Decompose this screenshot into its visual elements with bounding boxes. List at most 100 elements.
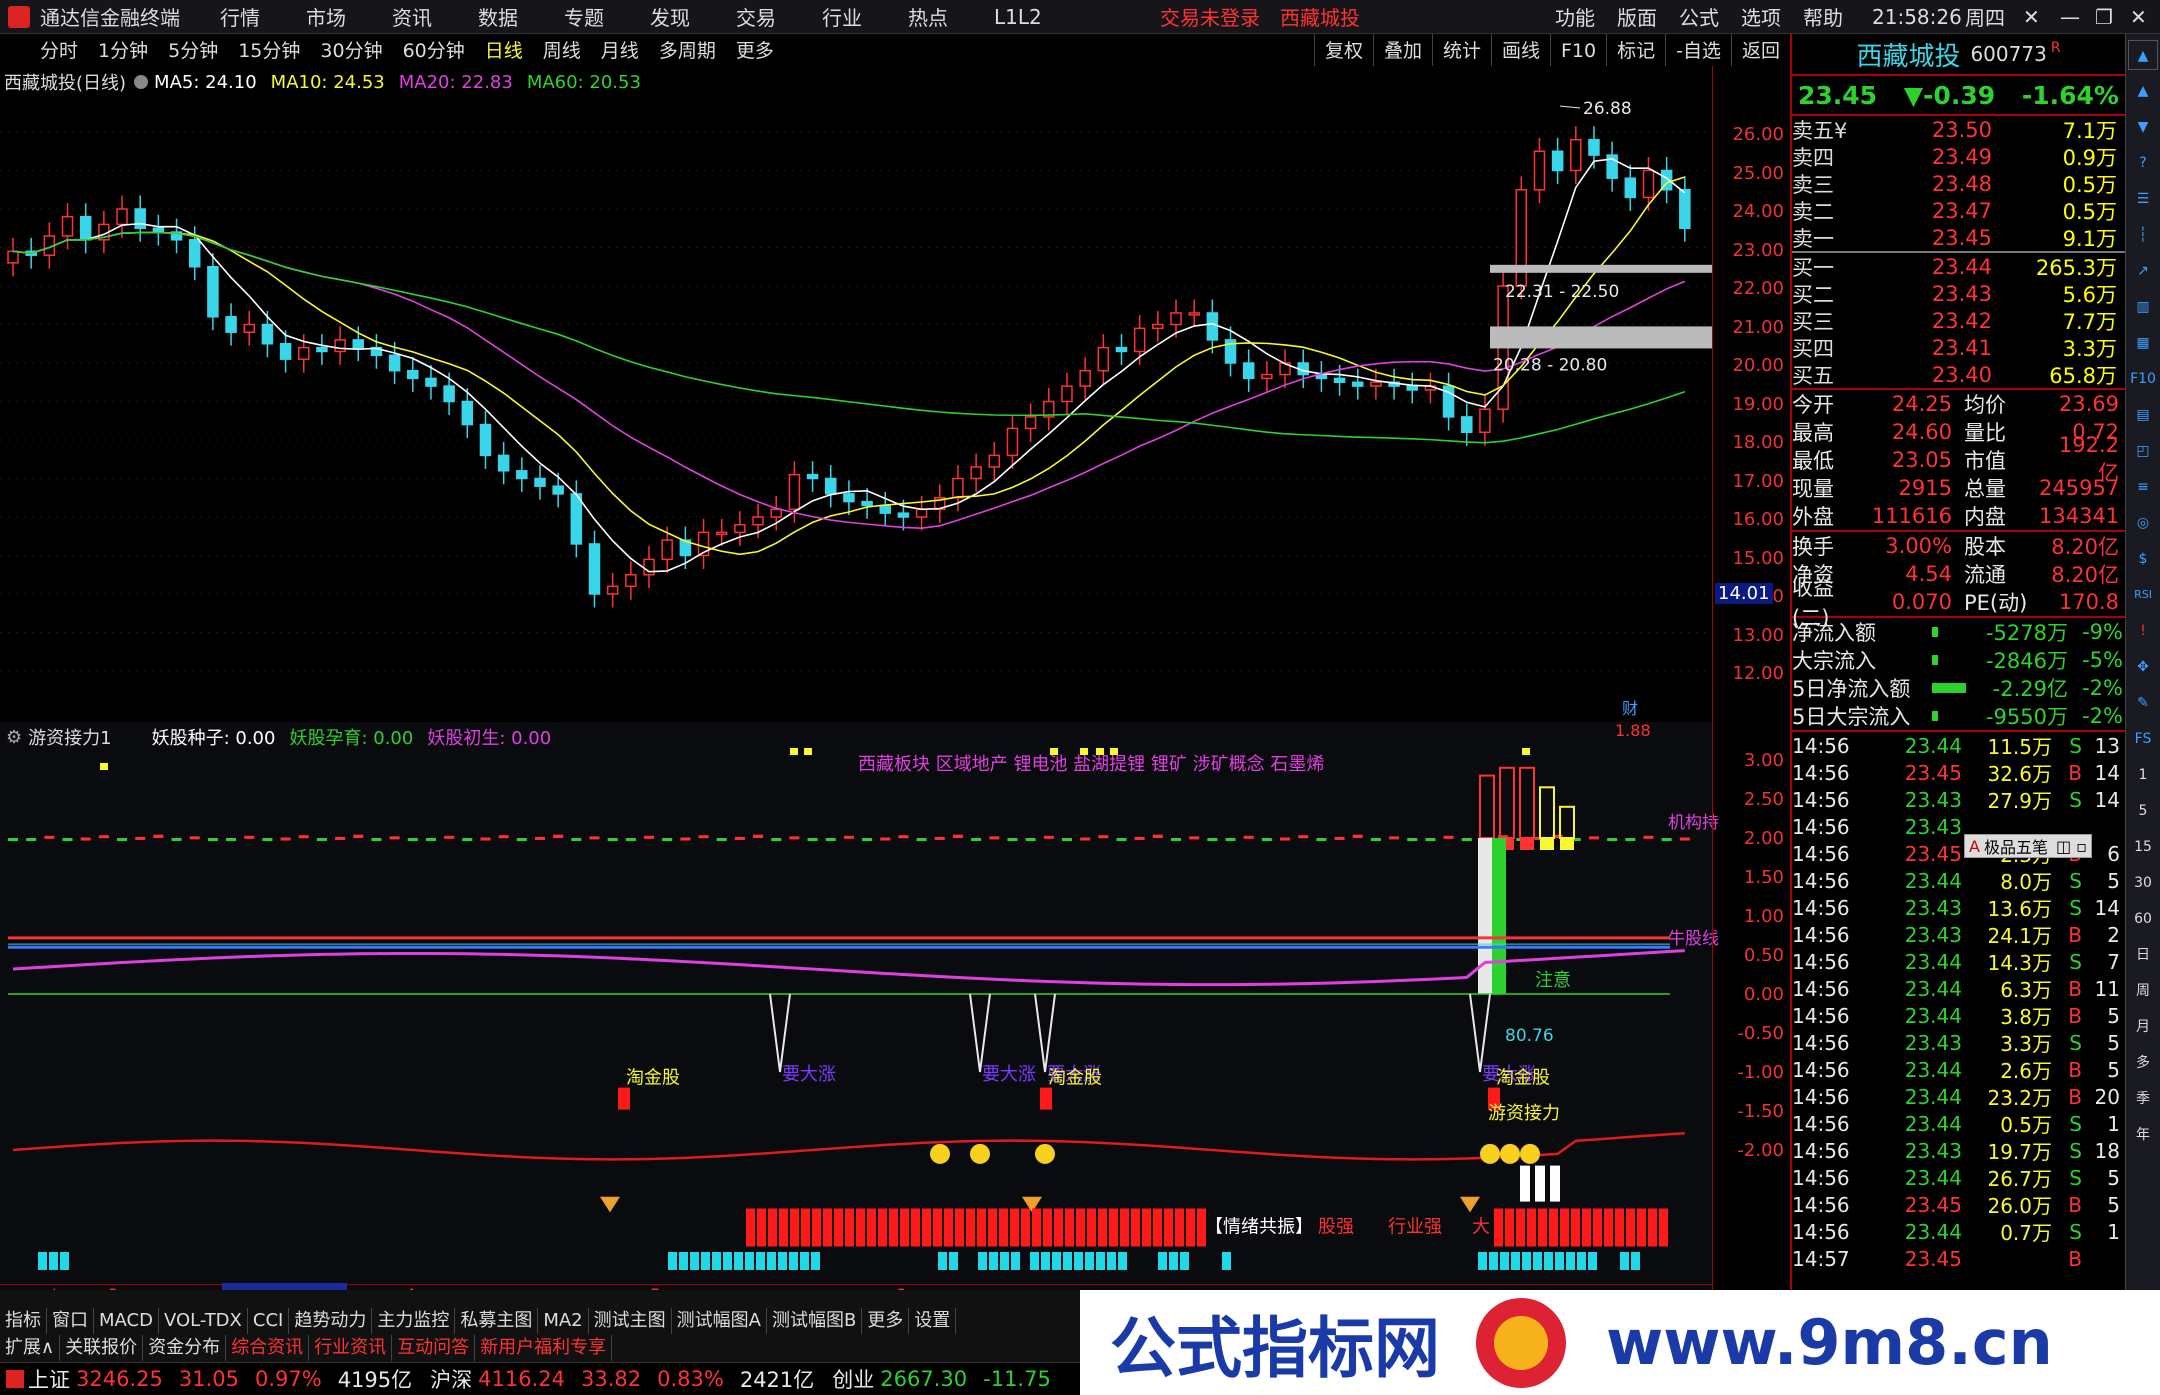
alert-icon[interactable]: ! bbox=[2128, 616, 2158, 646]
bottom-tab[interactable]: 更多 bbox=[862, 1307, 910, 1334]
bottom-tab[interactable]: MACD bbox=[94, 1307, 159, 1334]
ime-popup[interactable]: A 极品五笔 ◫ ▫ bbox=[1964, 834, 2093, 858]
menu-item[interactable]: 资讯 bbox=[392, 2, 432, 31]
menu-item[interactable]: 交易 bbox=[736, 2, 776, 31]
menu-item[interactable]: 数据 bbox=[478, 2, 518, 31]
period-tab[interactable]: 分时 bbox=[30, 34, 88, 68]
bottom-tab[interactable]: 行业资讯 bbox=[309, 1335, 393, 1361]
target-icon[interactable]: ◎ bbox=[2128, 508, 2158, 538]
bottom-tab[interactable]: 互动问答 bbox=[392, 1335, 476, 1361]
period-tab[interactable]: 5分钟 bbox=[158, 34, 228, 68]
bottom-tab[interactable]: MA2 bbox=[538, 1307, 589, 1334]
menu-item[interactable]: 行情 bbox=[220, 2, 260, 31]
period-tab[interactable]: 15分钟 bbox=[228, 34, 310, 68]
bottom-tab[interactable]: 关联报价 bbox=[60, 1335, 144, 1361]
bottom-tab[interactable]: 新用户福利专享 bbox=[475, 1335, 613, 1361]
settings-icon[interactable] bbox=[134, 75, 149, 89]
f10-icon[interactable]: F10 bbox=[2128, 364, 2158, 394]
bottom-tab[interactable]: 主力监控 bbox=[372, 1307, 456, 1334]
fs-icon[interactable]: FS bbox=[2128, 724, 2158, 754]
close-window-icon[interactable]: ✕ bbox=[2130, 5, 2147, 29]
bottom-tab[interactable]: 窗口 bbox=[47, 1307, 94, 1334]
bottom-tab[interactable]: CCI bbox=[248, 1307, 290, 1334]
pen-icon[interactable]: ✎ bbox=[2128, 688, 2158, 718]
minimize-icon[interactable]: — bbox=[2060, 5, 2080, 29]
menu-item[interactable]: 热点 bbox=[908, 2, 948, 31]
doc-icon[interactable]: ◰ bbox=[2128, 436, 2158, 466]
period-5-icon[interactable]: 5 bbox=[2128, 796, 2158, 826]
tick-list[interactable]: 14:56 23.44 11.5万 S 13 14:56 23.45 32.6万 B 14 14:5… bbox=[1792, 732, 2125, 1272]
bottom-tab[interactable]: 测试幅图B bbox=[767, 1307, 863, 1334]
menu-item[interactable]: 市场 bbox=[306, 2, 346, 31]
bottom-tab[interactable]: 趋势动力 bbox=[289, 1307, 373, 1334]
menu-item[interactable]: 公式 bbox=[1679, 2, 1719, 31]
down-icon[interactable]: ▼ bbox=[2128, 112, 2158, 142]
rsi-icon[interactable]: RSI bbox=[2128, 580, 2158, 610]
period-month-icon[interactable]: 月 bbox=[2128, 1012, 2158, 1042]
indicator-subchart[interactable]: 西藏板块 区域地产 锂电池 盐湖提锂 锂矿 涉矿概念 石墨烯要大涨 要大涨 要大涨要… bbox=[0, 722, 1790, 1290]
bottom-tab[interactable]: 指标 bbox=[0, 1307, 47, 1334]
ime-menu-icon[interactable]: ◫ ▫ bbox=[2056, 837, 2087, 856]
tool-button[interactable]: 画线 bbox=[1490, 33, 1550, 68]
bottom-tab[interactable]: 扩展∧ bbox=[0, 1335, 61, 1361]
fund-icon[interactable]: $ bbox=[2128, 544, 2158, 574]
tool-button[interactable]: 叠加 bbox=[1372, 33, 1432, 68]
indicator-name[interactable]: 游资接力1 bbox=[28, 724, 111, 750]
menu-item[interactable]: 行业 bbox=[822, 2, 862, 31]
bottom-tab[interactable]: 测试幅图A bbox=[672, 1307, 767, 1334]
index-name[interactable]: 创业 bbox=[832, 1364, 874, 1394]
period-tab[interactable]: 日线 bbox=[475, 34, 533, 68]
period-year-icon[interactable]: 年 bbox=[2128, 1120, 2158, 1150]
period-week-icon[interactable]: 周 bbox=[2128, 976, 2158, 1006]
close-icon[interactable]: ✕ bbox=[2023, 5, 2040, 29]
up-icon[interactable]: ▲ bbox=[2128, 76, 2158, 106]
tool-button[interactable]: -自选 bbox=[1665, 33, 1731, 68]
help-icon[interactable]: ? bbox=[2128, 148, 2158, 178]
period-30-icon[interactable]: 30 bbox=[2128, 868, 2158, 898]
restore-icon[interactable]: ❐ bbox=[2095, 5, 2113, 29]
trade-status[interactable]: 交易未登录 bbox=[1160, 2, 1260, 31]
stat-icon[interactable]: ≡ bbox=[2128, 472, 2158, 502]
tool-button[interactable]: F10 bbox=[1550, 33, 1606, 68]
grid-icon[interactable]: ▦ bbox=[2128, 328, 2158, 358]
menu-item[interactable]: 功能 bbox=[1555, 2, 1595, 31]
period-tab[interactable]: 月线 bbox=[591, 34, 649, 68]
period-tab[interactable]: 30分钟 bbox=[310, 34, 392, 68]
index-name[interactable]: 上证 bbox=[28, 1364, 70, 1394]
chart-icon[interactable]: ↗ bbox=[2128, 256, 2158, 286]
period-1-icon[interactable]: 1 bbox=[2128, 760, 2158, 790]
bottom-tab[interactable]: 设置 bbox=[909, 1307, 957, 1334]
period-60-icon[interactable]: 60 bbox=[2128, 904, 2158, 934]
menu-item[interactable]: 专题 bbox=[564, 2, 604, 31]
tool-button[interactable]: 统计 bbox=[1431, 33, 1491, 68]
bottom-tab[interactable]: 综合资讯 bbox=[226, 1335, 310, 1361]
menu-item[interactable]: 帮助 bbox=[1803, 2, 1843, 31]
bottom-tab[interactable]: 资金分布 bbox=[143, 1335, 227, 1361]
tool-button[interactable]: 复权 bbox=[1313, 33, 1373, 68]
period-15-icon[interactable]: 15 bbox=[2128, 832, 2158, 862]
period-season-icon[interactable]: 季 bbox=[2128, 1084, 2158, 1114]
menu-item[interactable]: 选项 bbox=[1741, 2, 1781, 31]
period-tab[interactable]: 60分钟 bbox=[393, 34, 475, 68]
gear-icon[interactable]: ⚙ bbox=[6, 727, 22, 748]
list-icon[interactable]: ☰ bbox=[2128, 184, 2158, 214]
bottom-tab[interactable]: 私募主图 bbox=[455, 1307, 539, 1334]
bar-icon[interactable]: ▥ bbox=[2128, 292, 2158, 322]
bottom-tab[interactable]: VOL-TDX bbox=[159, 1307, 248, 1334]
tool-button[interactable]: 返回 bbox=[1730, 33, 1790, 68]
period-day-icon[interactable]: 日 bbox=[2128, 940, 2158, 970]
kline-icon[interactable]: ┆ bbox=[2128, 220, 2158, 250]
menu-item[interactable]: 版面 bbox=[1617, 2, 1657, 31]
period-tab[interactable]: 更多 bbox=[726, 34, 784, 68]
tool-button[interactable]: 标记 bbox=[1606, 33, 1665, 68]
move-icon[interactable]: ✥ bbox=[2128, 652, 2158, 682]
period-tab[interactable]: 1分钟 bbox=[88, 34, 158, 68]
page-icon[interactable]: ▤ bbox=[2128, 400, 2158, 430]
collapse-icon[interactable]: ▲ bbox=[2128, 40, 2158, 70]
period-tab[interactable]: 周线 bbox=[533, 34, 591, 68]
bottom-tab[interactable]: 测试主图 bbox=[589, 1307, 672, 1334]
menu-item[interactable]: 发现 bbox=[650, 2, 690, 31]
period-multi-icon[interactable]: 多 bbox=[2128, 1048, 2158, 1078]
index-name[interactable]: 沪深 bbox=[430, 1364, 472, 1394]
kline-main-chart[interactable]: 22.31 - 22.50 20.28 - 20.80 26.88 财 bbox=[0, 66, 1790, 722]
